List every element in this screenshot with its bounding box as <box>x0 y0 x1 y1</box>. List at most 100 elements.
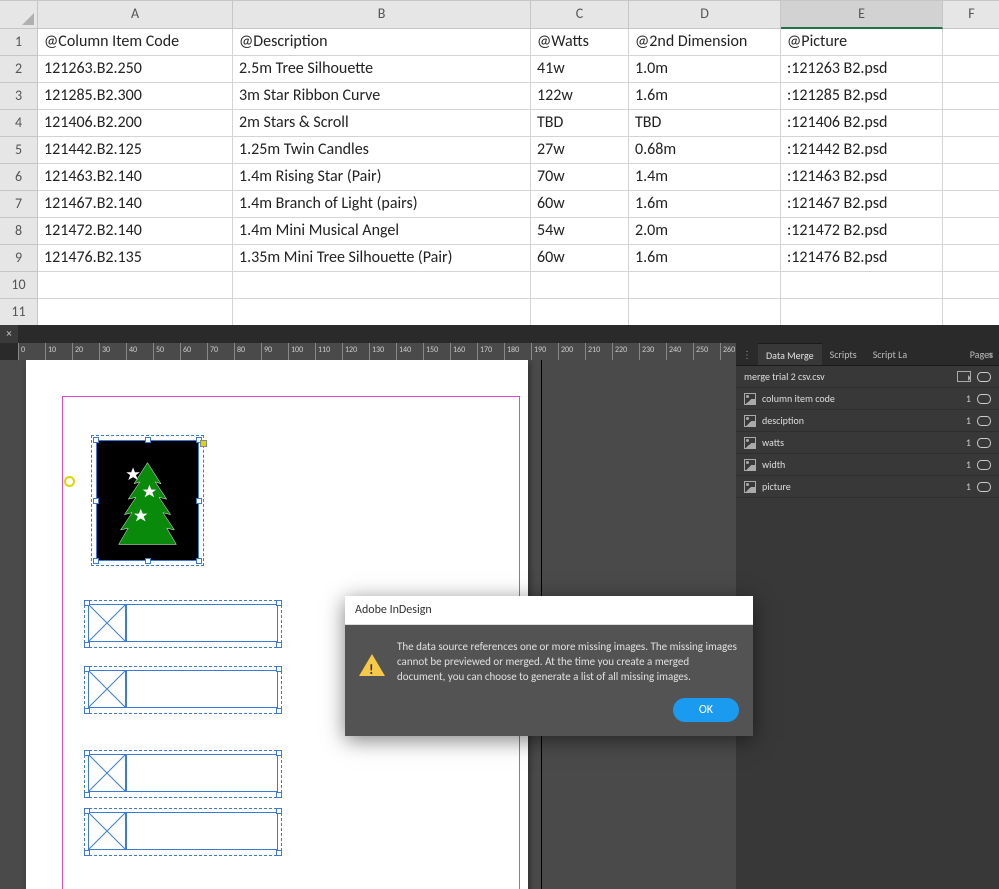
row-header-7[interactable]: 7 <box>0 191 38 218</box>
cell-F10[interactable] <box>943 272 999 299</box>
cell-B11[interactable] <box>233 299 531 326</box>
column-header-D[interactable]: D <box>629 0 781 29</box>
cell-E9[interactable]: :121476 B2.psd <box>781 245 943 272</box>
field-row-0[interactable]: column item code 1 <box>736 388 999 410</box>
cell-B10[interactable] <box>233 272 531 299</box>
tab-pages[interactable]: Pages <box>966 343 997 366</box>
column-header-F[interactable]: F <box>943 0 999 29</box>
data-source-row[interactable]: merge trial 2 csv.csv <box>736 366 999 388</box>
cell-A3[interactable]: 121285.B2.300 <box>38 83 233 110</box>
cell-D7[interactable]: 1.6m <box>629 191 781 218</box>
cell-E2[interactable]: :121263 B2.psd <box>781 56 943 83</box>
anchor-handle[interactable] <box>200 440 207 447</box>
cell-B7[interactable]: 1.4m Branch of Light (pairs) <box>233 191 531 218</box>
cell-B1[interactable]: @Description <box>233 29 531 56</box>
tab-data-merge[interactable]: Data Merge <box>758 343 822 365</box>
row-header-2[interactable]: 2 <box>0 56 38 83</box>
text-frame[interactable] <box>126 812 278 850</box>
cell-E10[interactable] <box>781 272 943 299</box>
cell-A1[interactable]: @Column Item Code <box>38 29 233 56</box>
tab-script-labels[interactable]: Script La <box>865 343 915 365</box>
cell-C2[interactable]: 41w <box>531 56 629 83</box>
cell-A9[interactable]: 121476.B2.135 <box>38 245 233 272</box>
cell-D11[interactable] <box>629 299 781 326</box>
data-source-icon[interactable] <box>957 371 971 382</box>
image-placeholder-frame[interactable] <box>88 670 126 708</box>
cell-A11[interactable] <box>38 299 233 326</box>
cell-E4[interactable]: :121406 B2.psd <box>781 110 943 137</box>
cell-E6[interactable]: :121463 B2.psd <box>781 164 943 191</box>
cell-C6[interactable]: 70w <box>531 164 629 191</box>
select-all-corner[interactable] <box>0 0 38 29</box>
cell-D10[interactable] <box>629 272 781 299</box>
cell-C3[interactable]: 122w <box>531 83 629 110</box>
cell-C7[interactable]: 60w <box>531 191 629 218</box>
merge-row-4[interactable] <box>88 812 278 852</box>
merge-row-1[interactable] <box>88 604 278 644</box>
image-placeholder-frame[interactable] <box>88 812 126 850</box>
cell-D8[interactable]: 2.0m <box>629 218 781 245</box>
row-header-10[interactable]: 10 <box>0 272 38 299</box>
cell-D3[interactable]: 1.6m <box>629 83 781 110</box>
cell-B6[interactable]: 1.4m Rising Star (Pair) <box>233 164 531 191</box>
row-header-8[interactable]: 8 <box>0 218 38 245</box>
cell-A4[interactable]: 121406.B2.200 <box>38 110 233 137</box>
cell-F8[interactable] <box>943 218 999 245</box>
row-header-1[interactable]: 1 <box>0 29 38 56</box>
cell-C5[interactable]: 27w <box>531 137 629 164</box>
cell-B3[interactable]: 3m Star Ribbon Curve <box>233 83 531 110</box>
visibility-icon[interactable] <box>977 372 991 382</box>
cell-C4[interactable]: TBD <box>531 110 629 137</box>
cell-E11[interactable] <box>781 299 943 326</box>
column-header-E[interactable]: E <box>781 0 943 29</box>
cell-E1[interactable]: @Picture <box>781 29 943 56</box>
horizontal-ruler[interactable]: 0102030405060708090100110120130140150160… <box>18 343 736 360</box>
cell-D4[interactable]: TBD <box>629 110 781 137</box>
cell-A7[interactable]: 121467.B2.140 <box>38 191 233 218</box>
cell-A6[interactable]: 121463.B2.140 <box>38 164 233 191</box>
row-header-3[interactable]: 3 <box>0 83 38 110</box>
image-placeholder-frame[interactable] <box>88 604 126 642</box>
content-grabber-icon[interactable] <box>64 476 75 487</box>
cell-A2[interactable]: 121263.B2.250 <box>38 56 233 83</box>
image-frame-picture[interactable] <box>96 440 199 561</box>
cell-F4[interactable] <box>943 110 999 137</box>
cell-B9[interactable]: 1.35m Mini Tree Silhouette (Pair) <box>233 245 531 272</box>
field-row-3[interactable]: width 1 <box>736 454 999 476</box>
column-header-B[interactable]: B <box>233 0 531 29</box>
cell-F11[interactable] <box>943 299 999 326</box>
cell-C11[interactable] <box>531 299 629 326</box>
column-header-C[interactable]: C <box>531 0 629 29</box>
image-placeholder-frame[interactable] <box>88 754 126 792</box>
cell-A8[interactable]: 121472.B2.140 <box>38 218 233 245</box>
visibility-icon[interactable] <box>977 460 991 470</box>
merge-row-2[interactable] <box>88 670 278 710</box>
cell-F7[interactable] <box>943 191 999 218</box>
cell-E3[interactable]: :121285 B2.psd <box>781 83 943 110</box>
cell-F2[interactable] <box>943 56 999 83</box>
cell-B2[interactable]: 2.5m Tree Silhouette <box>233 56 531 83</box>
close-document-icon[interactable]: × <box>0 325 18 343</box>
cell-A5[interactable]: 121442.B2.125 <box>38 137 233 164</box>
text-frame[interactable] <box>126 670 278 708</box>
text-frame[interactable] <box>126 604 278 642</box>
spreadsheet-grid[interactable]: ABCDEF1@Column Item Code@Description@Wat… <box>0 0 999 326</box>
row-header-9[interactable]: 9 <box>0 245 38 272</box>
column-header-A[interactable]: A <box>38 0 233 29</box>
row-header-4[interactable]: 4 <box>0 110 38 137</box>
row-header-6[interactable]: 6 <box>0 164 38 191</box>
field-row-1[interactable]: desciption 1 <box>736 410 999 432</box>
merge-row-3[interactable] <box>88 754 278 794</box>
row-header-5[interactable]: 5 <box>0 137 38 164</box>
visibility-icon[interactable] <box>977 416 991 426</box>
cell-E7[interactable]: :121467 B2.psd <box>781 191 943 218</box>
visibility-icon[interactable] <box>977 482 991 492</box>
cell-E5[interactable]: :121442 B2.psd <box>781 137 943 164</box>
cell-B8[interactable]: 1.4m Mini Musical Angel <box>233 218 531 245</box>
ok-button[interactable]: OK <box>673 698 739 722</box>
field-row-2[interactable]: watts 1 <box>736 432 999 454</box>
cell-F5[interactable] <box>943 137 999 164</box>
field-row-4[interactable]: picture 1 <box>736 476 999 498</box>
cell-F1[interactable] <box>943 29 999 56</box>
cell-D9[interactable]: 1.6m <box>629 245 781 272</box>
